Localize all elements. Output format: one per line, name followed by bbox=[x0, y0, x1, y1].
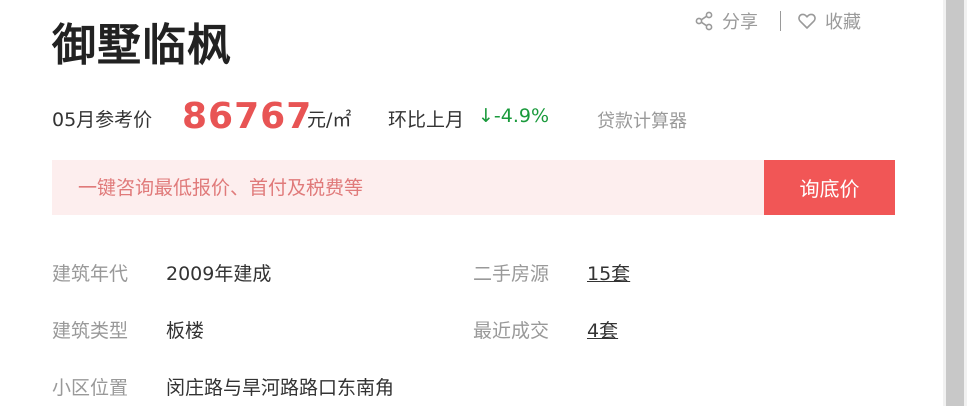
info-second-hand: 二手房源 15套 bbox=[473, 259, 630, 286]
info-recent-deals: 最近成交 4套 bbox=[473, 316, 618, 343]
info-build-year: 建筑年代 2009年建成 bbox=[52, 259, 271, 286]
mom-label: 环比上月 bbox=[388, 109, 465, 131]
share-label: 分享 bbox=[722, 12, 758, 33]
price-value: 86767 bbox=[182, 96, 313, 137]
favorite-button[interactable]: 收藏 bbox=[797, 8, 861, 34]
consult-bar: 询底价 bbox=[52, 160, 895, 215]
share-icon bbox=[695, 11, 713, 31]
scrollbar[interactable] bbox=[943, 0, 967, 406]
second-hand-link[interactable]: 15套 bbox=[587, 259, 630, 286]
price-unit: 元/㎡ bbox=[307, 109, 352, 131]
info-value: 闵庄路与旱河路路口东南角 bbox=[166, 377, 395, 399]
info-location: 小区位置 闵庄路与旱河路路口东南角 bbox=[52, 373, 394, 400]
ask-price-button[interactable]: 询底价 bbox=[764, 160, 895, 215]
price-row: 05月参考价 86767 元/㎡ 环比上月 ↓-4.9% 贷款计算器 bbox=[52, 96, 852, 140]
action-bar: 分享 收藏 bbox=[694, 7, 861, 35]
share-button[interactable]: 分享 bbox=[694, 8, 758, 34]
info-label: 最近成交 bbox=[473, 320, 550, 342]
recent-deals-link[interactable]: 4套 bbox=[587, 316, 618, 343]
heart-icon bbox=[798, 13, 816, 29]
info-label: 建筑类型 bbox=[52, 320, 129, 342]
info-build-type: 建筑类型 板楼 bbox=[52, 316, 204, 343]
info-label: 建筑年代 bbox=[52, 263, 129, 285]
info-value: 2009年建成 bbox=[166, 263, 272, 285]
divider bbox=[780, 11, 781, 31]
scrollbar-thumb[interactable] bbox=[946, 0, 964, 406]
info-value: 板楼 bbox=[166, 320, 205, 342]
info-label: 二手房源 bbox=[473, 263, 550, 285]
favorite-label: 收藏 bbox=[825, 12, 861, 33]
info-label: 小区位置 bbox=[52, 377, 129, 399]
consult-input[interactable] bbox=[52, 160, 764, 215]
price-label: 05月参考价 bbox=[52, 109, 153, 131]
loan-calculator-link[interactable]: 贷款计算器 bbox=[597, 107, 687, 133]
page-title: 御墅临枫 bbox=[52, 20, 232, 71]
mom-change: ↓-4.9% bbox=[478, 105, 550, 127]
